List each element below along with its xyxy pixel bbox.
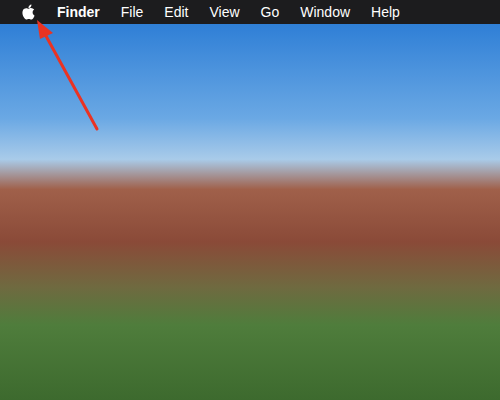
app-name-menu[interactable]: Finder: [57, 5, 100, 19]
desktop: Finder File Edit View Go Window Help: [0, 0, 500, 400]
menu-item[interactable]: Edit: [164, 5, 188, 19]
menu-item[interactable]: Help: [371, 5, 400, 19]
menu-item[interactable]: View: [209, 5, 239, 19]
wallpaper: [0, 24, 500, 400]
apple-logo-icon[interactable]: [21, 4, 36, 20]
menu-bar: Finder File Edit View Go Window Help: [0, 0, 500, 24]
menu-item[interactable]: File: [121, 5, 144, 19]
menu-item[interactable]: Window: [300, 5, 350, 19]
red-arrow-icon: [0, 0, 500, 400]
menu-item[interactable]: Go: [261, 5, 280, 19]
